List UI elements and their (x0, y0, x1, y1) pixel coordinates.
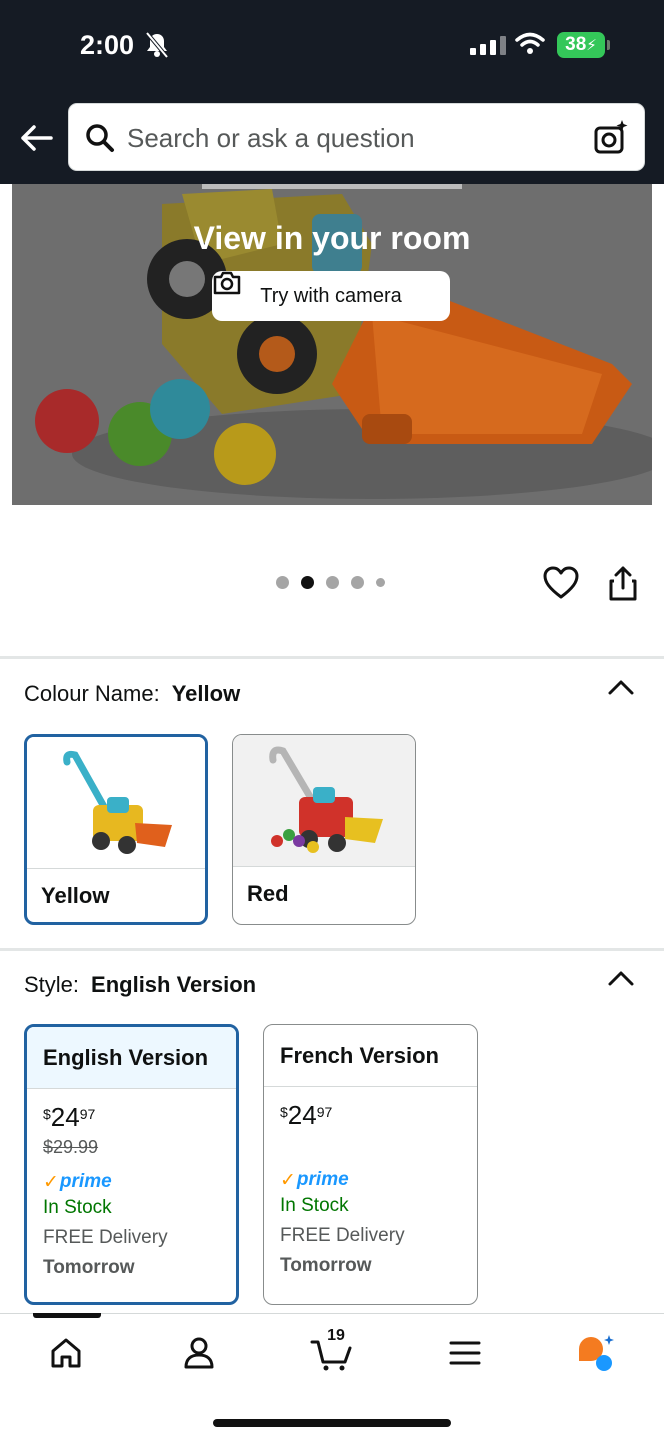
style-option-title: English Version (27, 1027, 236, 1089)
delivery-text: FREE Delivery (43, 1227, 168, 1248)
price-currency: $ (43, 1106, 51, 1122)
colour-thumbnail (27, 737, 205, 868)
prime-check-icon: ✓ (280, 1169, 296, 1191)
colour-section-label: Colour Name: Yellow (24, 681, 240, 707)
style-option-french[interactable]: French Version $ 24 97 ✓ prime In Stock F… (263, 1024, 478, 1305)
colour-label: Colour Name: (24, 681, 160, 706)
price: $ 24 97 (43, 1103, 236, 1137)
carousel-dot-active[interactable] (301, 576, 314, 589)
tab-home[interactable] (44, 1333, 88, 1373)
heart-icon[interactable] (543, 566, 579, 605)
style-section-label: Style: English Version (24, 972, 256, 998)
tab-ai-assistant[interactable] (574, 1333, 618, 1373)
battery-indicator: 38 ⚡ (557, 32, 610, 58)
chevron-up-icon[interactable] (607, 678, 635, 701)
active-tab-indicator (33, 1313, 101, 1318)
try-with-camera-label: Try with camera (260, 284, 402, 307)
section-divider (0, 948, 664, 951)
price-whole: 24 (287, 1100, 317, 1130)
delivery-day: Tomorrow (43, 1257, 135, 1278)
status-time: 2:00 (80, 30, 135, 60)
carousel-dot[interactable] (376, 578, 385, 587)
battery-level: 38 (565, 34, 587, 55)
home-icon (51, 1338, 81, 1368)
colour-option-red[interactable]: Red (232, 734, 416, 925)
share-icon[interactable] (606, 566, 640, 607)
tab-account[interactable] (177, 1333, 221, 1373)
carousel-dot[interactable] (326, 576, 339, 589)
cart-count-badge: 19 (327, 1327, 345, 1344)
style-label: Style: (24, 972, 80, 997)
style-option-english[interactable]: English Version $ 24 97 $29.99 ✓ prime In… (24, 1024, 239, 1305)
chevron-up-icon[interactable] (607, 969, 635, 992)
section-divider (0, 656, 664, 659)
price-currency: $ (280, 1104, 288, 1120)
delivery-day: Tomorrow (280, 1255, 372, 1276)
list-price: $29.99 (43, 1137, 99, 1157)
prime-label: prime (296, 1169, 349, 1190)
price-whole: 24 (50, 1102, 80, 1132)
user-icon (184, 1337, 214, 1369)
camera-lens-icon[interactable] (594, 120, 628, 161)
menu-icon (449, 1341, 481, 1365)
cell-signal-icon (470, 36, 506, 55)
colour-value: Yellow (171, 681, 241, 706)
carousel-pagination[interactable] (276, 576, 385, 589)
prime-badge: ✓ prime (43, 1167, 236, 1197)
home-indicator (213, 1419, 451, 1427)
charging-icon: ⚡ (586, 37, 597, 54)
price: $ 24 97 (280, 1101, 477, 1135)
arrow-left-icon (21, 125, 53, 151)
colour-option-label: Yellow (41, 883, 110, 908)
card-separator (27, 868, 205, 869)
tab-menu[interactable] (443, 1333, 487, 1373)
bell-muted-icon (144, 31, 170, 64)
price-fraction: 97 (316, 1104, 333, 1120)
try-with-camera-button[interactable]: Try with camera (212, 271, 450, 321)
carousel-dot[interactable] (276, 576, 289, 589)
delivery-text: FREE Delivery (280, 1225, 405, 1246)
product-image[interactable]: View in your room Try with camera (12, 184, 652, 505)
carousel-dot[interactable] (351, 576, 364, 589)
search-input[interactable]: Search or ask a question (68, 103, 645, 171)
prime-check-icon: ✓ (43, 1171, 59, 1193)
price-fraction: 97 (79, 1106, 96, 1122)
colour-thumbnail (233, 735, 415, 866)
tab-cart[interactable]: 19 (310, 1327, 354, 1373)
card-separator (233, 866, 415, 867)
stock-status: In Stock (280, 1195, 349, 1216)
style-value: English Version (91, 972, 257, 997)
ai-assistant-icon (579, 1335, 614, 1371)
prime-label: prime (59, 1171, 112, 1192)
back-button[interactable] (16, 120, 56, 156)
prime-badge: ✓ prime (280, 1165, 477, 1195)
style-option-title: French Version (264, 1025, 477, 1087)
colour-option-yellow[interactable]: Yellow (24, 734, 208, 925)
colour-option-label: Red (247, 881, 289, 906)
stock-status: In Stock (43, 1197, 112, 1218)
wifi-icon (515, 32, 545, 61)
search-placeholder: Search or ask a question (127, 123, 415, 153)
view-in-room-title: View in your room (193, 220, 471, 256)
search-icon (85, 123, 115, 158)
camera-icon (213, 271, 241, 295)
list-price (280, 1135, 477, 1165)
